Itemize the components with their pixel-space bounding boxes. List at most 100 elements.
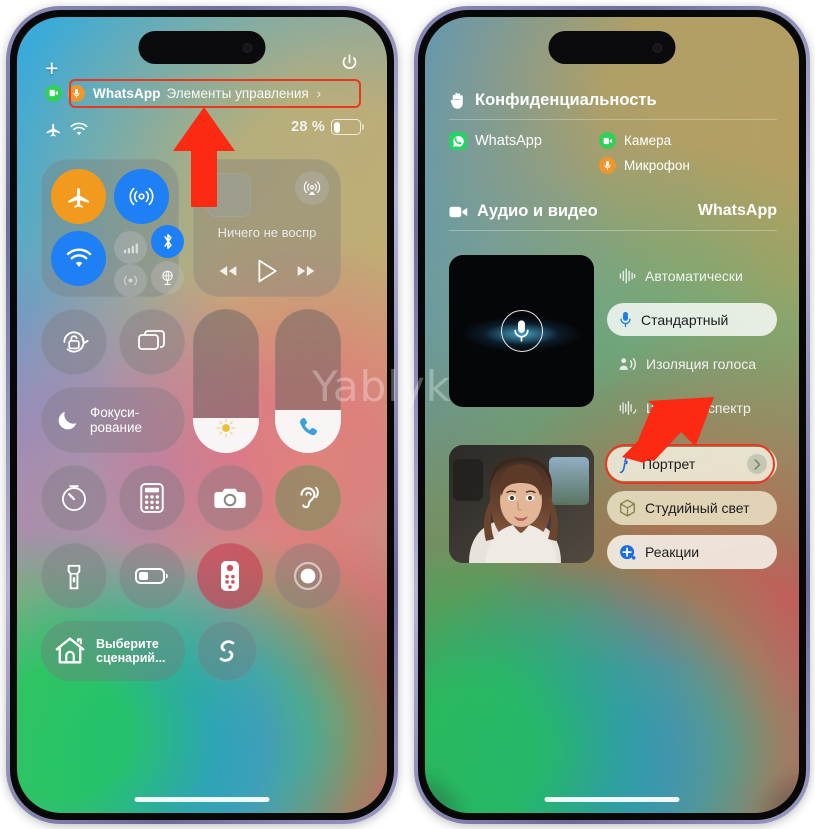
low-power-mode-button[interactable]: [119, 543, 185, 609]
antenna-icon: [123, 243, 138, 253]
rotation-lock-button[interactable]: [41, 309, 107, 375]
connectivity-module[interactable]: [41, 159, 184, 297]
camera-icon: [599, 132, 616, 149]
shazam-button[interactable]: [197, 621, 257, 681]
flashlight-icon: [67, 564, 81, 590]
focus-mode-label: Фокуси- рование: [90, 405, 142, 435]
add-control-button[interactable]: +: [45, 57, 58, 80]
hotspot-icon: [124, 275, 137, 286]
privacy-pill-highlight-box: [69, 79, 361, 108]
privacy-section: Конфиденциальность WhatsApp Камера Микро…: [449, 91, 777, 174]
globe-icon: [162, 270, 173, 285]
video-option-reactions-label: Реакции: [645, 544, 700, 560]
rotation-lock-icon: [63, 331, 89, 353]
fast-forward-icon[interactable]: [296, 264, 316, 278]
privacy-usage-mic-label: Микрофон: [624, 158, 690, 173]
status-icons-left: [45, 121, 88, 138]
camera-icon: [214, 488, 246, 508]
privacy-usage-microphone: Микрофон: [599, 157, 690, 174]
cellular-data-toggle[interactable]: [114, 231, 147, 264]
right-phone-device: Конфиденциальность WhatsApp Камера Микро…: [414, 6, 810, 824]
bluetooth-toggle[interactable]: [151, 225, 184, 258]
airplay-icon: [303, 181, 321, 195]
airplane-mode-toggle[interactable]: [51, 169, 106, 224]
focus-label-line2: рование: [90, 420, 143, 435]
mic-option-auto[interactable]: Автоматически: [607, 259, 777, 292]
wifi-toggle[interactable]: [51, 231, 106, 286]
apple-tv-remote-button[interactable]: [197, 543, 263, 609]
home-label-line1: Выберите: [96, 636, 159, 651]
camera-button[interactable]: [197, 465, 263, 531]
volume-slider[interactable]: [275, 309, 341, 453]
home-icon: [55, 637, 85, 664]
flashlight-button[interactable]: [41, 543, 107, 609]
privacy-app-row: WhatsApp Камера Микрофон: [449, 132, 777, 174]
left-phone-bezel: + WhatsApp Элементы управления › 28 % Ни…: [10, 10, 394, 820]
vpn-toggle[interactable]: [151, 261, 184, 294]
whatsapp-icon: [449, 132, 467, 150]
power-icon[interactable]: [340, 53, 359, 72]
media-controls: [193, 259, 341, 283]
bluetooth-icon: [163, 234, 172, 249]
blurred-bottom-overlay: [425, 663, 799, 813]
audio-video-header-label: Аудио и видео: [477, 202, 598, 220]
phone-handset-icon: [300, 417, 318, 436]
calculator-button[interactable]: [119, 465, 185, 531]
home-indicator-right[interactable]: [544, 797, 680, 802]
home-scene-button[interactable]: Выберите сценарий...: [41, 621, 185, 681]
video-option-reactions[interactable]: Реакции: [607, 535, 777, 569]
record-icon: [293, 561, 323, 591]
hearing-button[interactable]: [275, 465, 341, 531]
audio-video-app-name: WhatsApp: [697, 202, 777, 219]
home-scene-label: Выберите сценарий...: [96, 637, 166, 666]
audio-video-header: Аудио и видео WhatsApp: [449, 202, 777, 221]
shazam-icon: [219, 640, 235, 662]
mic-option-standard-label: Стандартный: [641, 311, 729, 328]
screen-mirroring-icon: [138, 330, 165, 350]
play-icon[interactable]: [256, 259, 278, 283]
camera-icon: [45, 84, 62, 102]
timer-icon: [62, 485, 86, 512]
privacy-app-column: WhatsApp: [449, 132, 599, 150]
personal-hotspot-toggle[interactable]: [114, 264, 147, 297]
airplay-button[interactable]: [295, 171, 329, 205]
media-title: Ничего не воспр: [217, 225, 317, 240]
focus-mode-button[interactable]: Фокуси- рование: [41, 387, 185, 453]
mic-option-voice-isolation-label: Изоляция голоса: [646, 355, 757, 372]
brightness-slider[interactable]: [193, 309, 259, 453]
airplane-mode-icon: [46, 123, 60, 137]
video-option-studio-light-label: Студийный свет: [645, 500, 750, 516]
battery-icon: [135, 568, 168, 584]
camera-preview: [449, 445, 594, 563]
right-phone-screen: Конфиденциальность WhatsApp Камера Микро…: [425, 17, 799, 813]
home-label-line2: сценарий...: [96, 651, 166, 665]
moon-icon: [58, 411, 77, 429]
home-indicator-left[interactable]: [134, 797, 270, 802]
wifi-icon: [66, 248, 91, 267]
screen-record-button[interactable]: [275, 543, 341, 609]
audio-video-divider: [449, 230, 777, 231]
rewind-icon[interactable]: [218, 264, 238, 278]
screenshot-root: + WhatsApp Элементы управления › 28 % Ни…: [0, 0, 815, 829]
video-option-studio-light[interactable]: Студийный свет: [607, 491, 777, 525]
left-phone-screen: + WhatsApp Элементы управления › 28 % Ни…: [17, 17, 387, 813]
airdrop-icon: [129, 187, 154, 206]
calculator-icon: [140, 483, 164, 513]
battery-status: 28 %: [291, 119, 364, 135]
mic-option-auto-label: Автоматически: [645, 267, 743, 284]
microphone-icon: [620, 311, 631, 328]
airplane-icon: [67, 187, 89, 208]
mic-option-voice-isolation[interactable]: Изоляция голоса: [607, 347, 777, 380]
battery-percent-label: 28 %: [291, 119, 325, 135]
airdrop-toggle[interactable]: [114, 169, 169, 224]
privacy-header-label: Конфиденциальность: [475, 91, 657, 109]
waveform-icon: [619, 268, 636, 283]
timer-button[interactable]: [41, 465, 107, 531]
battery-icon: [331, 119, 364, 135]
mic-option-standard[interactable]: Стандартный: [607, 303, 777, 336]
screen-mirroring-button[interactable]: [119, 309, 185, 375]
microphone-icon: [500, 310, 543, 352]
hand-raised-icon: [450, 92, 463, 109]
brightness-icon: [216, 418, 236, 438]
audio-video-section: Аудио и видео WhatsApp: [449, 202, 777, 231]
